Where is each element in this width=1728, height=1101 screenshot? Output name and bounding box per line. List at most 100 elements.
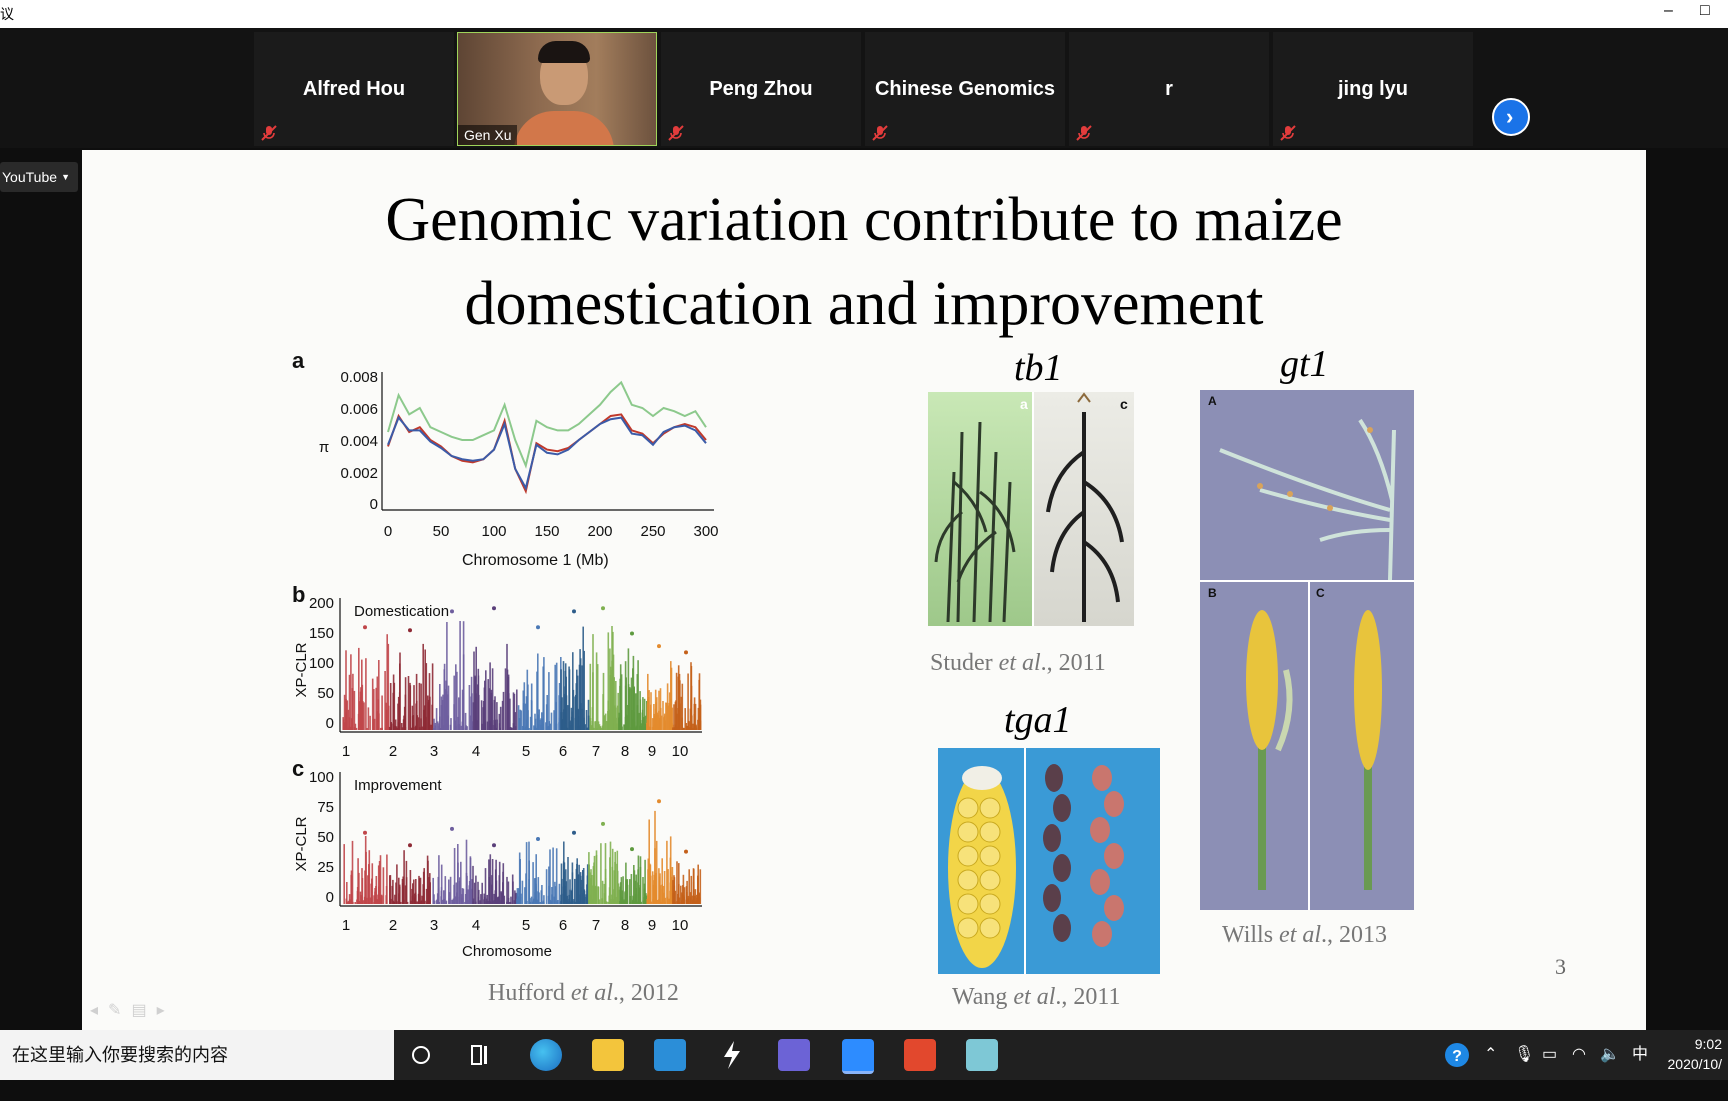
prev-slide-icon[interactable]: ◂ [90,1002,108,1019]
wifi-icon[interactable]: ◠ [1572,1030,1586,1080]
photo-label: a [1020,396,1028,412]
app-icon[interactable] [904,1039,936,1071]
data-point [673,704,675,730]
data-point [585,710,588,730]
data-point [521,880,524,904]
participant-tile[interactable]: Alfred Hou [254,32,454,146]
data-point [499,706,502,730]
data-point [412,883,414,904]
task-view-icon[interactable] [470,1044,494,1066]
muted-mic-icon [1280,125,1296,141]
youtube-dropdown[interactable]: YouTube ▼ [0,162,78,192]
chevron-up-icon[interactable]: ⌃ [1484,1030,1497,1080]
data-point [510,896,512,904]
app-icon[interactable] [778,1039,810,1071]
y-tick-label: 50 [317,685,334,702]
ime-indicator[interactable]: 中 [1632,1030,1648,1080]
panel-b-chart: 200 150 100 50 0 1 2 3 4 5 6 7 8 9 10 Do… [293,595,702,760]
participant-video-tile[interactable]: Gen Xu [457,32,657,146]
y-axis-label: π [319,439,329,456]
data-point [540,890,543,904]
data-point [365,851,367,904]
data-point [434,725,436,730]
data-point [428,895,430,904]
data-point [647,894,649,904]
x-tick-label: 4 [472,743,480,760]
maximize-button[interactable]: □ [1700,2,1710,20]
file-explorer-icon[interactable] [592,1039,624,1071]
pen-icon[interactable]: ✎ [108,1002,131,1019]
data-point [654,900,656,904]
volume-icon[interactable]: 🔈 [1600,1030,1620,1080]
maize-plant-illustration [1046,392,1124,622]
slide-toolbar[interactable]: ◂✎▤▸ [90,1000,175,1020]
data-point [606,721,609,730]
data-point [649,863,651,904]
data-point [657,799,661,804]
data-point [668,702,671,730]
data-point [537,714,539,730]
app-icon[interactable] [966,1039,998,1071]
kernel-illustration [948,748,1124,974]
mail-icon[interactable] [654,1039,686,1071]
next-participants-button[interactable]: › [1492,98,1530,136]
taskbar-search-input[interactable]: 在这里输入你要搜索的内容 [0,1030,394,1080]
help-icon[interactable]: ? [1444,1030,1472,1080]
citation-year: ., 2011 [1055,984,1121,1010]
data-point [647,673,649,730]
x-tick-label: 200 [587,523,612,540]
data-point [530,699,533,730]
taskbar-clock[interactable]: 9:02 2020/10/ [1668,1034,1723,1074]
data-point [408,628,412,633]
battery-icon[interactable]: ▭ [1542,1030,1557,1080]
x-tick-label: 7 [592,743,600,760]
y-tick-label: 0.008 [340,369,378,386]
microphone-icon[interactable]: 🎙 [1514,1030,1534,1080]
data-point [373,895,375,904]
data-point [488,688,491,730]
data-point [496,901,498,904]
data-point [343,844,345,904]
data-point [637,855,640,904]
data-point [617,883,620,904]
data-point [392,692,394,730]
participant-tile[interactable]: r [1069,32,1269,146]
data-point [654,724,656,730]
panel-b-annotation: Domestication [354,603,449,620]
y-axis-label: XP-CLR [293,816,310,871]
app-icon[interactable] [716,1039,748,1071]
menu-icon[interactable]: ▤ [131,1002,156,1019]
data-point [472,702,475,730]
data-point [494,890,497,904]
data-point [489,901,491,904]
cortana-icon[interactable] [410,1044,432,1066]
data-point [454,896,457,904]
data-point [408,843,412,848]
data-point [586,727,589,730]
data-point [480,700,483,730]
data-point [475,875,477,904]
edge-icon[interactable] [530,1039,562,1071]
data-point [404,694,407,730]
data-point [563,841,565,904]
data-point [659,873,661,904]
x-tick-label: 5 [522,743,530,760]
x-tick-label: 100 [481,523,506,540]
data-point [440,696,443,730]
participant-tile[interactable]: jing lyu [1273,32,1473,146]
data-point [498,723,501,730]
data-point [592,672,594,730]
minimize-button[interactable]: – [1664,2,1673,20]
data-point [592,866,595,904]
y-tick-label: 25 [317,859,334,876]
next-slide-icon[interactable]: ▸ [157,1002,175,1019]
data-point [518,852,521,904]
zoom-icon[interactable] [842,1039,874,1074]
data-point [594,901,596,904]
citation-etal: et al [570,980,613,1006]
data-point [397,703,399,730]
participant-tile[interactable]: Chinese Genomics [865,32,1065,146]
participant-tile[interactable]: Peng Zhou [661,32,861,146]
x-tick-label: 8 [621,743,629,760]
x-tick-label: 2 [389,743,397,760]
